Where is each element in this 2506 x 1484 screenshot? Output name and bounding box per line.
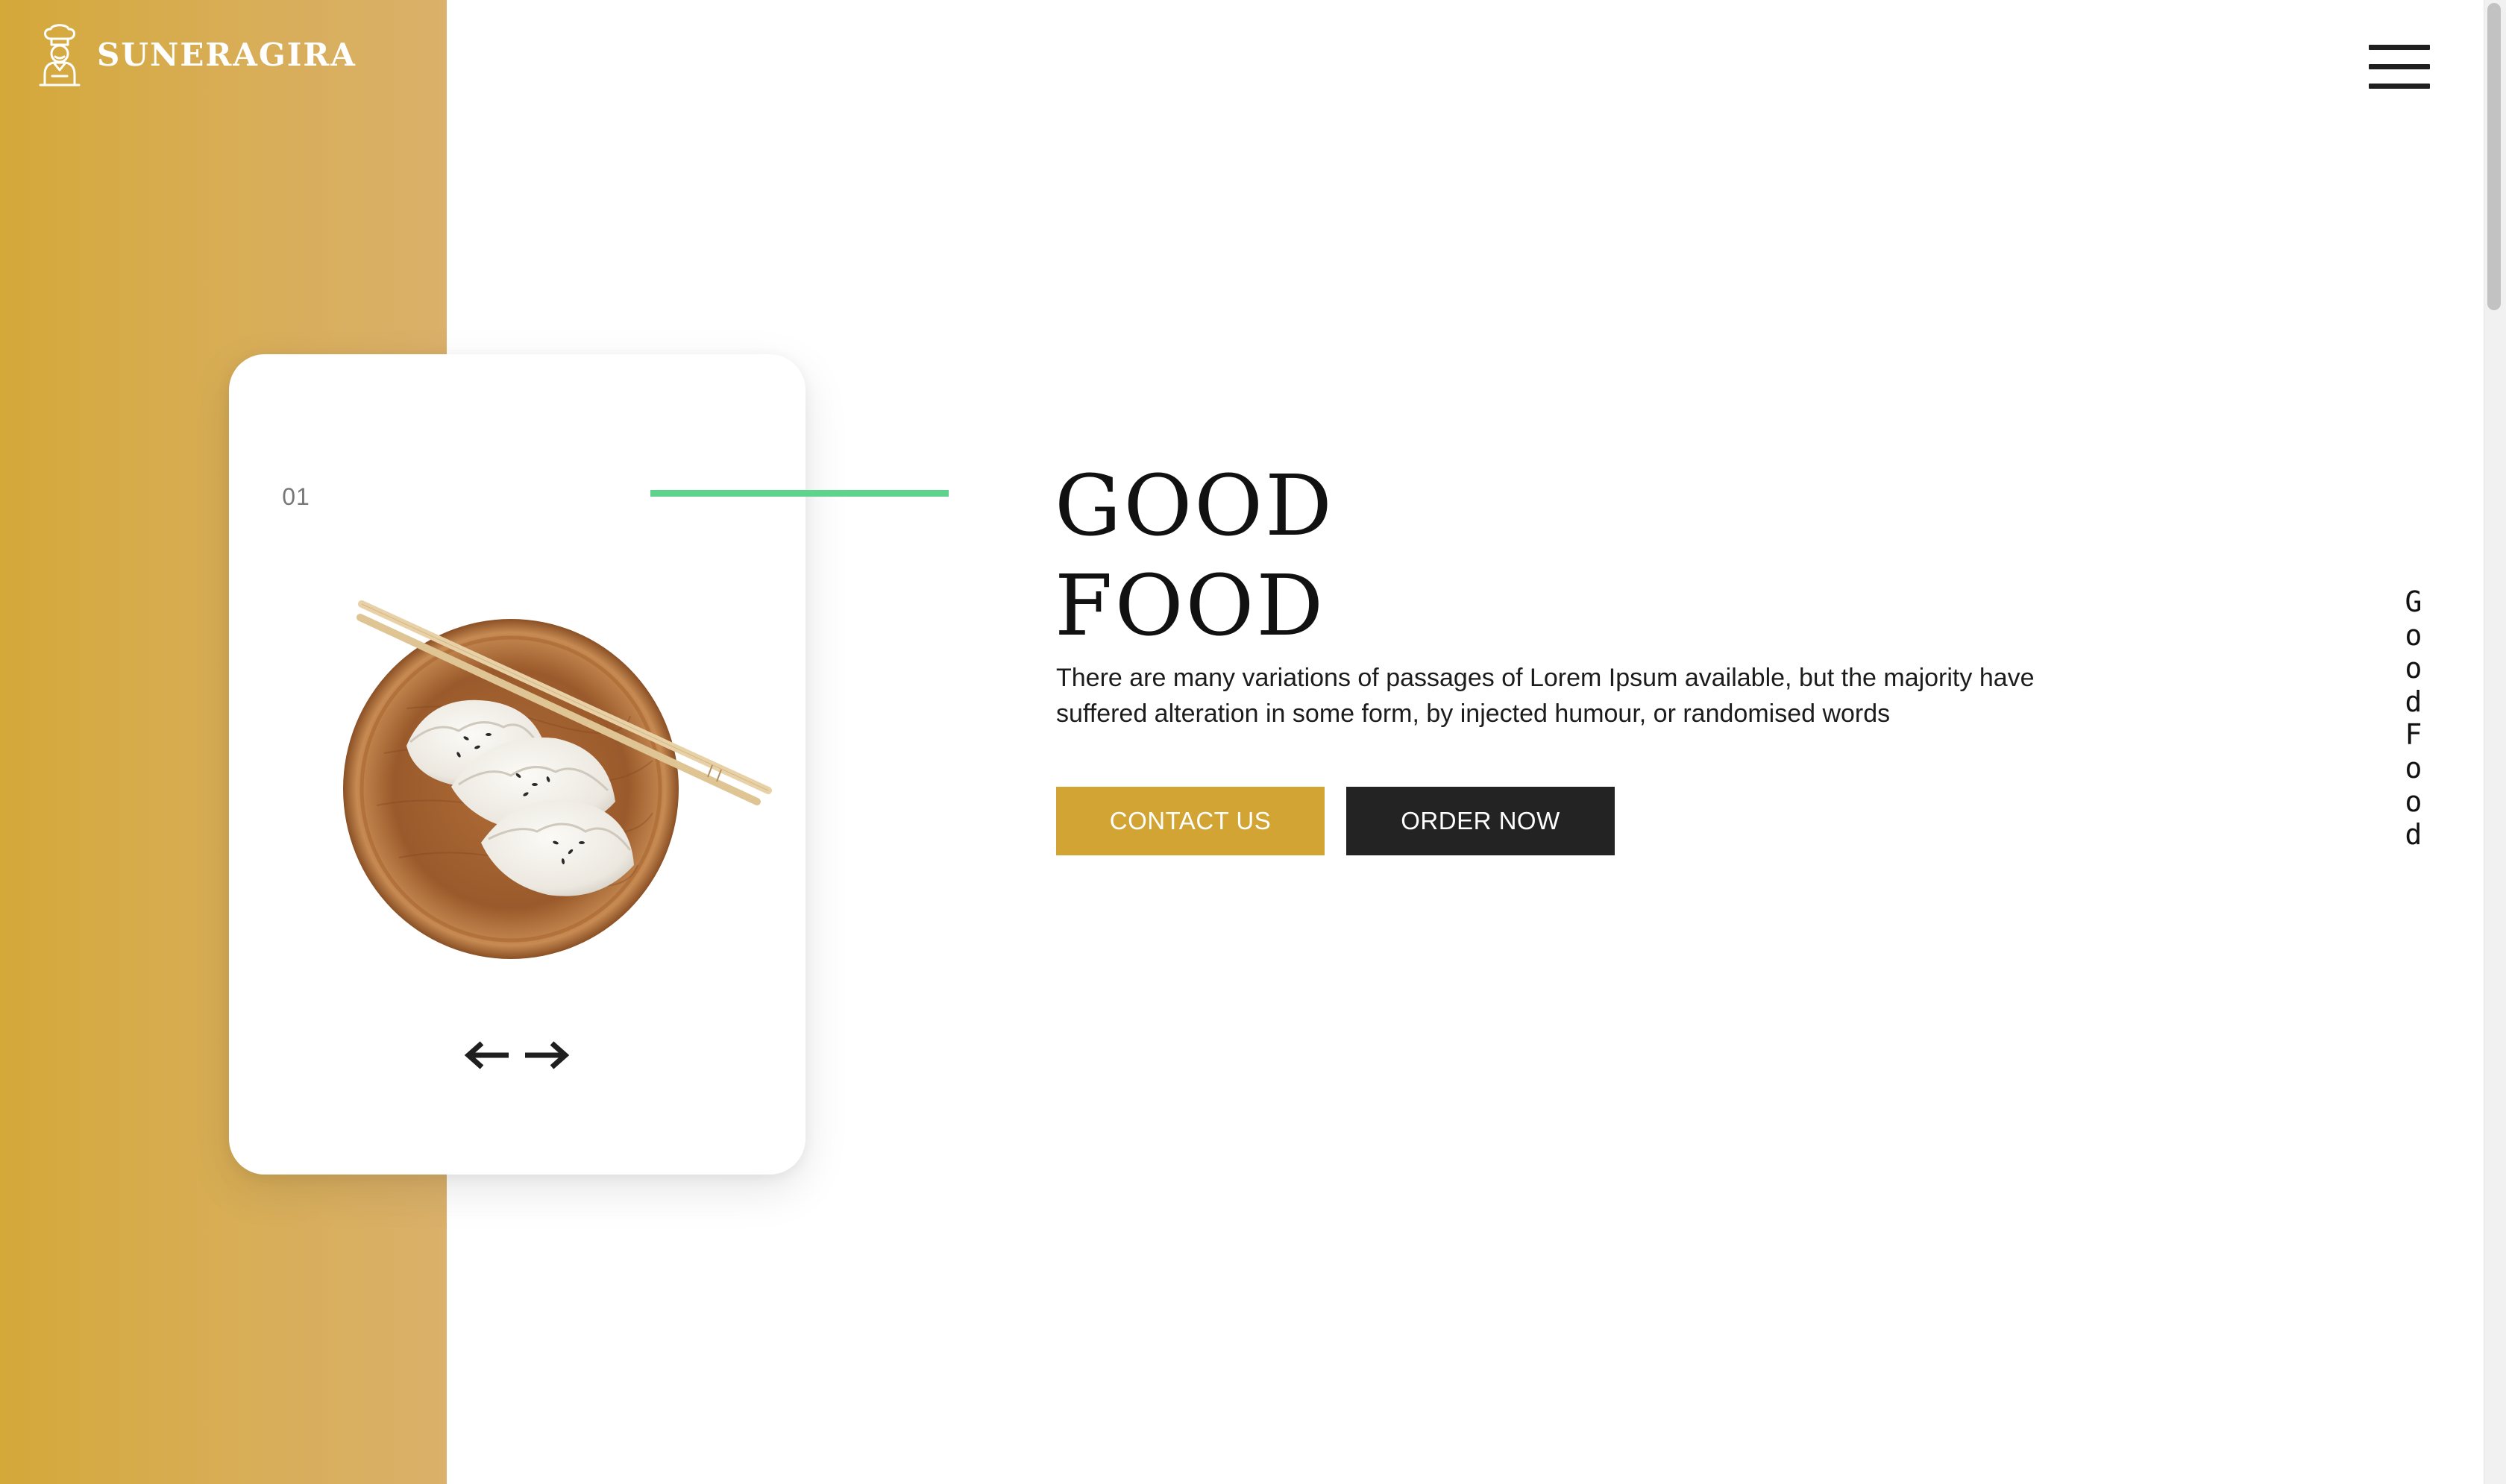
vertical-side-text: G o o d F o o d — [2398, 585, 2429, 852]
arrow-left-icon[interactable] — [464, 1038, 510, 1072]
vertical-letter: G — [2405, 585, 2422, 618]
arrow-right-icon[interactable] — [524, 1038, 570, 1072]
menu-bar — [2369, 64, 2430, 69]
menu-bar — [2369, 45, 2430, 50]
vertical-letter: o — [2405, 785, 2422, 818]
contact-us-button[interactable]: CONTACT US — [1056, 787, 1325, 855]
brand-name: SUNERAGIRA — [97, 36, 357, 73]
vertical-letter: o — [2405, 751, 2422, 785]
vertical-letter: d — [2405, 685, 2422, 718]
slide-progress-line — [650, 490, 949, 497]
hero-title-line-2: FOOD — [1055, 558, 1326, 655]
vertical-letter: F — [2405, 718, 2422, 752]
hero-description: There are many variations of passages of… — [1056, 664, 2035, 728]
slide-number: 01 — [282, 483, 310, 510]
menu-bar — [2369, 84, 2430, 89]
vertical-letter: d — [2405, 818, 2422, 852]
scrollbar-thumb[interactable] — [2487, 3, 2501, 310]
hamburger-menu-icon[interactable] — [2369, 45, 2430, 89]
brand[interactable]: SUNERAGIRA — [36, 22, 357, 87]
order-now-button[interactable]: ORDER NOW — [1346, 787, 1615, 855]
chef-icon — [39, 24, 81, 87]
dumplings-image — [343, 600, 772, 959]
hero-title: GOOD FOOD — [1055, 456, 1334, 656]
vertical-letter: o — [2405, 652, 2422, 685]
vertical-letter: o — [2405, 618, 2422, 652]
hero-title-line-1: GOOD — [1055, 458, 1334, 555]
